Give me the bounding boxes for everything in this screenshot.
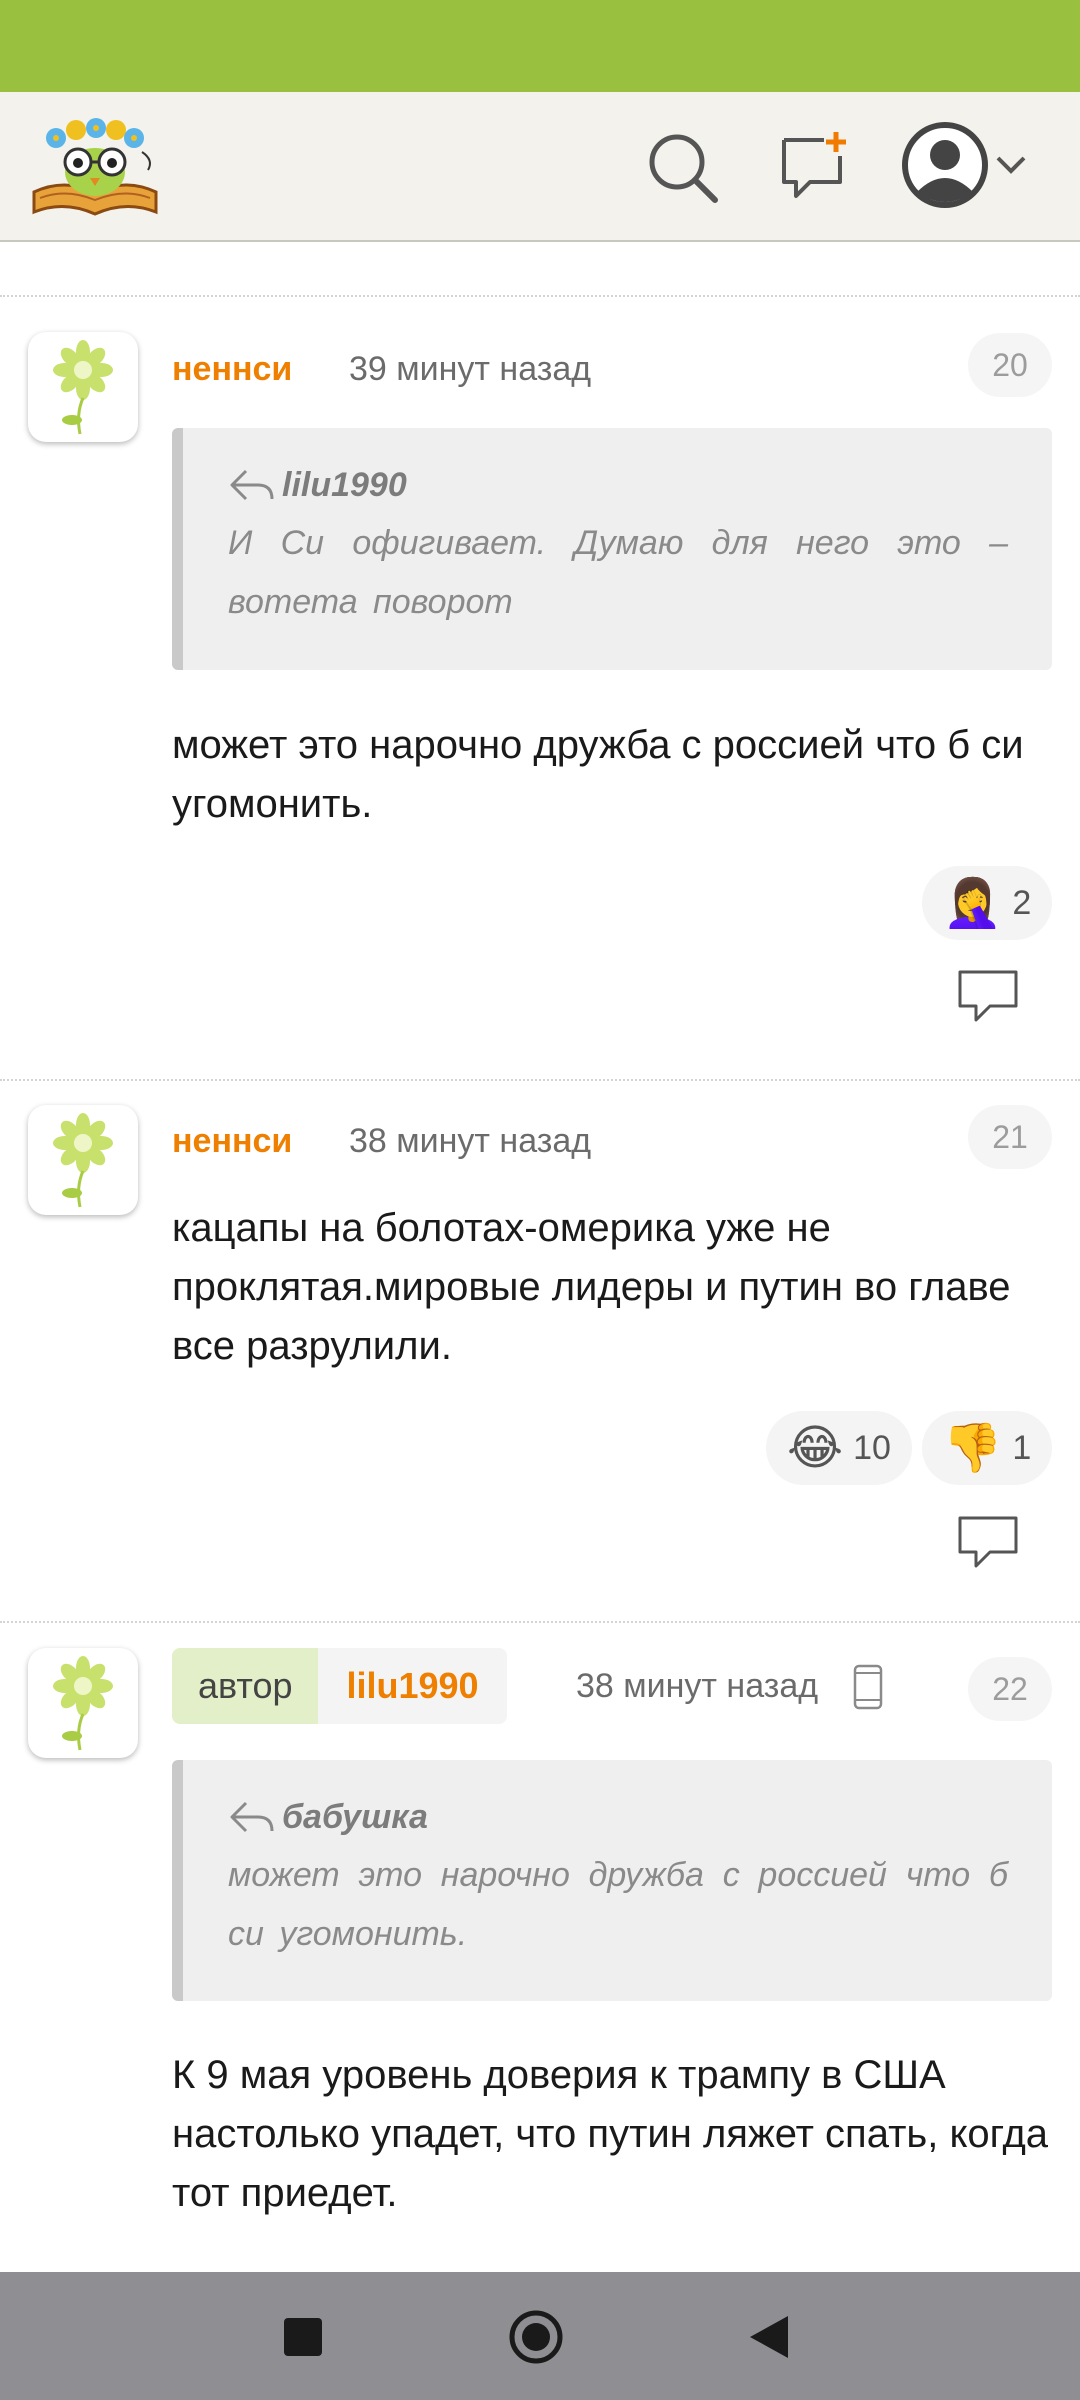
comment-time: 39 минут назад — [349, 350, 592, 388]
reaction-facepalm[interactable]: 🤦‍♀️ 2 — [922, 866, 1052, 940]
system-navigation-bar — [0, 2272, 1080, 2400]
user-avatar[interactable] — [28, 1648, 138, 1758]
facepalm-icon: 🤦‍♀️ — [942, 875, 1003, 931]
reply-comment-icon[interactable] — [956, 968, 1020, 1026]
chevron-down-icon[interactable] — [994, 148, 1028, 182]
comment-text: кацапы на болотах-омерика уже не проклят… — [172, 1206, 1011, 1368]
reaction-count: 10 — [853, 1428, 891, 1467]
comment-author[interactable]: неннси — [172, 350, 292, 389]
new-message-icon[interactable] — [778, 128, 854, 204]
comment-author[interactable]: неннси — [172, 1122, 292, 1161]
user-avatar[interactable] — [28, 1105, 138, 1215]
comment-number-badge[interactable]: 22 — [968, 1657, 1052, 1721]
comment-text: может это нарочно дружба с россией что б… — [172, 723, 1024, 826]
quote-header: бабушка — [228, 1794, 1008, 1840]
square-recents-icon[interactable] — [283, 2317, 323, 2362]
comment-time: 38 минут назад — [576, 1667, 819, 1705]
comment-author[interactable]: lilu1990 — [318, 1648, 507, 1724]
reply-comment-icon[interactable] — [956, 1514, 1020, 1572]
reply-arrow-icon — [230, 469, 274, 501]
divider — [0, 1079, 1080, 1081]
laugh-icon: 😂 — [787, 1420, 844, 1476]
mobile-phone-icon — [852, 1664, 884, 1715]
app-header — [0, 92, 1080, 242]
thumbs-down-icon: 👎 — [942, 1420, 1003, 1476]
divider — [0, 295, 1080, 297]
circle-home-icon[interactable] — [508, 2309, 564, 2370]
author-tag[interactable]: автор lilu1990 — [172, 1648, 507, 1724]
reply-arrow-icon — [230, 1801, 274, 1833]
reaction-laugh[interactable]: 😂 10 — [766, 1411, 912, 1485]
quote-text: И Си офигивает. Думаю для него это – вот… — [228, 524, 1008, 621]
search-icon[interactable] — [645, 130, 721, 206]
divider — [0, 1621, 1080, 1623]
author-tag-label: автор — [172, 1648, 319, 1724]
comment-text: К 9 мая уровень доверия к трампу в США н… — [172, 2053, 1049, 2215]
profile-avatar-icon[interactable] — [900, 120, 990, 210]
reaction-count: 2 — [1012, 883, 1032, 922]
quote-author: бабушка — [282, 1797, 428, 1836]
status-bar — [0, 0, 1080, 92]
reaction-thumbs-down[interactable]: 👎 1 — [922, 1411, 1052, 1485]
quoted-comment[interactable]: бабушка может это нарочно дружба с росси… — [172, 1760, 1052, 2001]
comment-number-badge[interactable]: 21 — [968, 1105, 1052, 1169]
triangle-back-icon[interactable] — [748, 2314, 790, 2365]
quote-header: lilu1990 — [228, 462, 1008, 508]
comment-number-badge[interactable]: 20 — [968, 333, 1052, 397]
owl-book-logo[interactable] — [30, 108, 160, 220]
quote-author: lilu1990 — [282, 465, 407, 504]
quoted-comment[interactable]: lilu1990 И Си офигивает. Думаю для него … — [172, 428, 1052, 670]
reaction-count: 1 — [1012, 1428, 1032, 1467]
user-avatar[interactable] — [28, 332, 138, 442]
comment-time: 38 минут назад — [349, 1122, 592, 1160]
quote-text: может это нарочно дружба с россией что б… — [228, 1856, 1008, 1953]
